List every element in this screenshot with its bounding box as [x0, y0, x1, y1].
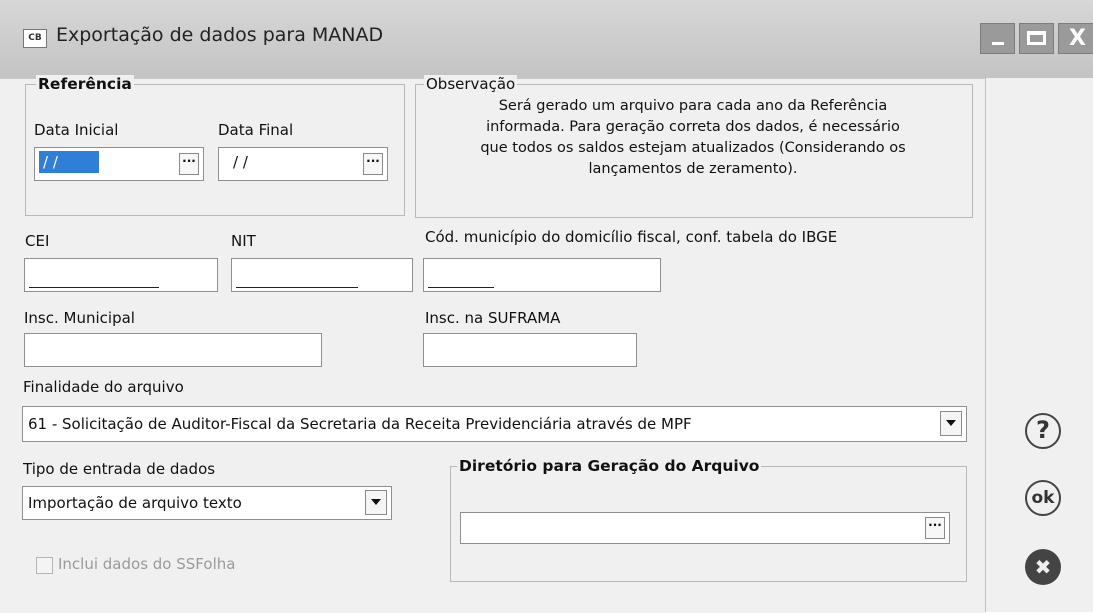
data-inicial-field[interactable]: / / ··· — [34, 147, 204, 181]
cei-label: CEI — [25, 232, 50, 250]
observacao-legend: Observação — [424, 75, 518, 93]
finalidade-label: Finalidade do arquivo — [23, 378, 184, 396]
finalidade-selected: 61 - Solicitação de Auditor-Fiscal da Se… — [28, 415, 692, 433]
diretorio-browse-button[interactable]: ··· — [925, 517, 945, 539]
diretorio-input[interactable]: ··· — [460, 512, 950, 544]
question-icon: ? — [1036, 416, 1050, 444]
observacao-line: que todos os saldos estejam atualizados … — [480, 140, 906, 156]
referencia-legend: Referência — [36, 75, 134, 93]
ssfolha-checkbox[interactable] — [36, 557, 53, 574]
maximize-button[interactable] — [1019, 23, 1054, 54]
data-final-value: / / — [233, 153, 248, 171]
data-final-label: Data Final — [218, 121, 294, 139]
close-icon: X — [1069, 26, 1086, 51]
tipo-entrada-selected: Importação de arquivo texto — [28, 494, 242, 512]
data-inicial-picker-button[interactable]: ··· — [179, 153, 199, 175]
cancel-icon: ✖ — [1034, 555, 1052, 579]
app-icon: CB — [23, 29, 47, 48]
observacao-line: informada. Para geração correta dos dado… — [486, 119, 900, 135]
finalidade-select[interactable]: 61 - Solicitação de Auditor-Fiscal da Se… — [22, 406, 967, 442]
diretorio-legend: Diretório para Geração do Arquivo — [457, 457, 762, 475]
action-sidebar — [985, 78, 1093, 612]
tipo-entrada-dropdown-arrow[interactable] — [365, 490, 387, 515]
help-button[interactable]: ? — [1025, 413, 1061, 449]
ok-label: ok — [1031, 488, 1055, 508]
cod-municipio-input[interactable] — [423, 258, 661, 292]
ok-button[interactable]: ok — [1025, 480, 1061, 516]
insc-suframa-input[interactable] — [423, 333, 637, 367]
data-inicial-label: Data Inicial — [34, 121, 119, 139]
finalidade-dropdown-arrow[interactable] — [940, 411, 962, 436]
cancel-button[interactable]: ✖ — [1025, 549, 1061, 585]
nit-input[interactable] — [231, 258, 413, 292]
window-title: Exportação de dados para MANAD — [56, 24, 384, 46]
close-window-button[interactable]: X — [1058, 23, 1093, 54]
cod-municipio-label: Cód. município do domicílio fiscal, conf… — [425, 228, 838, 246]
insc-suframa-label: Insc. na SUFRAMA — [425, 309, 561, 327]
ssfolha-label: Inclui dados do SSFolha — [58, 555, 236, 573]
insc-municipal-label: Insc. Municipal — [24, 309, 135, 327]
insc-municipal-input[interactable] — [24, 333, 322, 367]
data-inicial-value: / / — [39, 151, 99, 173]
observacao-text: Será gerado um arquivo para cada ano da … — [418, 96, 968, 180]
minimize-button[interactable] — [980, 23, 1015, 54]
tipo-entrada-select[interactable]: Importação de arquivo texto — [22, 486, 392, 520]
observacao-line: Será gerado um arquivo para cada ano da … — [498, 98, 888, 114]
nit-label: NIT — [231, 232, 256, 250]
observacao-line: lançamentos de zeramento). — [588, 161, 798, 177]
tipo-entrada-label: Tipo de entrada de dados — [23, 460, 216, 478]
cei-input[interactable] — [24, 258, 218, 292]
data-final-picker-button[interactable]: ··· — [363, 153, 383, 175]
data-final-field[interactable]: / / ··· — [218, 147, 388, 181]
title-bar: CB Exportação de dados para MANAD X — [0, 0, 1093, 78]
